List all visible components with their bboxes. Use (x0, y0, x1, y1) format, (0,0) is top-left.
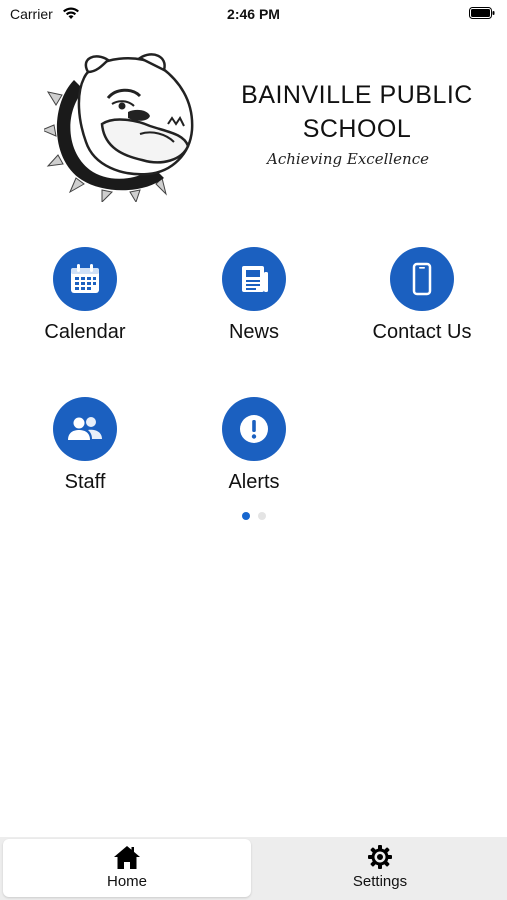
bulldog-mascot-icon (44, 53, 194, 202)
school-name-line1: BAINVILLE PUBLIC (241, 81, 473, 109)
alert-icon (222, 397, 286, 461)
page-indicator[interactable] (0, 507, 507, 525)
tab-home[interactable]: Home (3, 839, 251, 897)
clock: 2:46 PM (227, 6, 280, 22)
calendar-tile[interactable]: Calendar (10, 247, 160, 344)
staff-tile[interactable]: Staff (10, 397, 160, 494)
contact-us-tile[interactable]: Contact Us (347, 247, 497, 344)
tab-bar: Home Settings (0, 837, 507, 900)
tab-home-label: Home (106, 873, 147, 890)
newspaper-icon (222, 247, 286, 311)
school-name-line2: SCHOOL (302, 115, 412, 143)
home-icon (114, 846, 140, 869)
calendar-icon (53, 247, 117, 311)
gear-icon (368, 845, 392, 869)
tab-settings[interactable]: Settings (256, 839, 504, 897)
people-icon (53, 397, 117, 461)
calendar-label: Calendar (44, 321, 126, 343)
alerts-label: Alerts (228, 471, 280, 493)
status-bar: Carrier 2:46 PM (0, 0, 507, 28)
news-tile[interactable]: News (179, 247, 329, 344)
school-tagline: Achieving Excellence (267, 150, 429, 168)
staff-label: Staff (64, 471, 106, 493)
news-label: News (228, 321, 279, 343)
tab-settings-label: Settings (352, 873, 408, 890)
contact-us-label: Contact Us (372, 321, 472, 343)
page-dot-1[interactable] (241, 512, 250, 520)
school-name: BAINVILLE PUBLIC SCHOOL (232, 78, 482, 146)
alerts-tile[interactable]: Alerts (179, 397, 329, 494)
phone-icon (390, 247, 454, 311)
battery-icon (469, 7, 495, 19)
page-dot-2[interactable] (257, 512, 266, 520)
